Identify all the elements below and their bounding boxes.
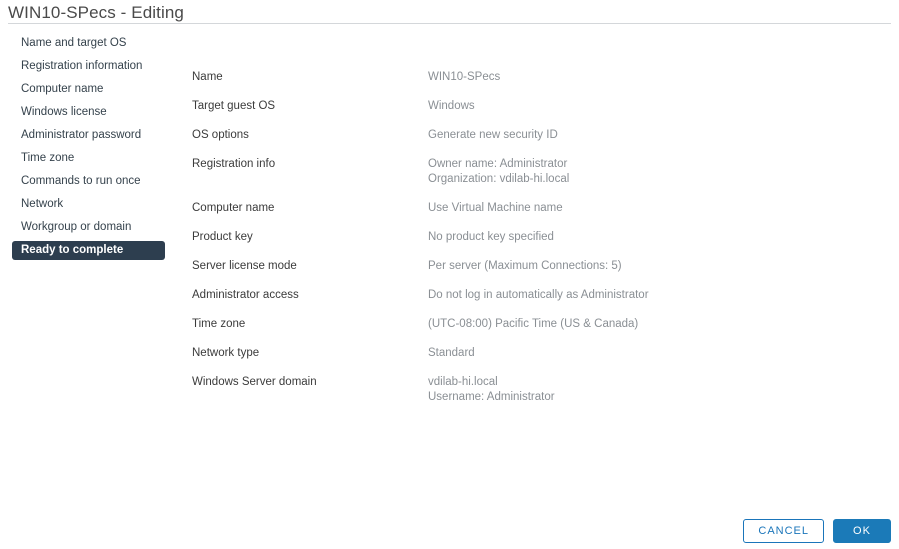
detail-value: Do not log in automatically as Administr… (428, 288, 852, 303)
detail-row: Network type Standard (192, 346, 852, 361)
detail-label: Product key (192, 231, 253, 243)
sidebar-item-name-and-target-os[interactable]: Name and target OS (0, 32, 185, 55)
detail-value-line: Owner name: Administrator (428, 158, 568, 170)
detail-label: Time zone (192, 318, 246, 330)
detail-value-line: (UTC-08:00) Pacific Time (US & Canada) (428, 318, 639, 330)
detail-row: OS options Generate new security ID (192, 128, 852, 143)
detail-value: Standard (428, 346, 852, 361)
sidebar-item-time-zone[interactable]: Time zone (0, 147, 185, 170)
sidebar-item-network[interactable]: Network (0, 193, 185, 216)
detail-row: Name WIN10-SPecs (192, 70, 852, 85)
sidebar-item-workgroup-or-domain[interactable]: Workgroup or domain (0, 216, 185, 239)
detail-value: Windows (428, 99, 852, 114)
detail-value: (UTC-08:00) Pacific Time (US & Canada) (428, 317, 852, 332)
footer-actions: CANCEL OK (743, 519, 891, 543)
detail-value-line: Standard (428, 347, 475, 359)
sidebar-item-commands-to-run-once[interactable]: Commands to run once (0, 170, 185, 193)
detail-value: No product key specified (428, 230, 852, 245)
detail-value-line: Windows (428, 100, 475, 112)
detail-value-line: Per server (Maximum Connections: 5) (428, 260, 622, 272)
sidebar-item-administrator-password[interactable]: Administrator password (0, 124, 185, 147)
detail-label: Computer name (192, 202, 275, 214)
cancel-button[interactable]: CANCEL (743, 519, 824, 543)
detail-value-line-secondary: Username: Administrator (428, 391, 555, 403)
detail-value: WIN10-SPecs (428, 70, 852, 85)
detail-value: Use Virtual Machine name (428, 201, 852, 216)
detail-row: Computer name Use Virtual Machine name (192, 201, 852, 216)
detail-label: Network type (192, 347, 260, 359)
page-title: WIN10-SPecs - Editing (8, 3, 184, 22)
sidebar-item-ready-to-complete[interactable]: Ready to complete (12, 241, 165, 260)
detail-value: vdilab-hi.local Username: Administrator (428, 375, 852, 405)
detail-row: Time zone (UTC-08:00) Pacific Time (US & … (192, 317, 852, 332)
detail-value: Generate new security ID (428, 128, 852, 143)
detail-row: Product key No product key specified (192, 230, 852, 245)
detail-row: Target guest OS Windows (192, 99, 852, 114)
wizard-sidebar: Name and target OS Registration informati… (0, 32, 185, 260)
detail-value-line-secondary: Organization: vdilab-hi.local (428, 173, 570, 185)
header-divider (8, 23, 891, 24)
ok-button[interactable]: OK (833, 519, 891, 543)
sidebar-item-computer-name[interactable]: Computer name (0, 78, 185, 101)
detail-label: Server license mode (192, 260, 297, 272)
detail-value: Owner name: Administrator Organization: v… (428, 157, 852, 187)
detail-label: Windows Server domain (192, 376, 317, 388)
summary-detail-list: Name WIN10-SPecs Target guest OS Windows OS … (192, 70, 852, 419)
detail-row: Administrator access Do not log in automa… (192, 288, 852, 303)
detail-row: Registration info Owner name: Administrat… (192, 157, 852, 187)
detail-label: OS options (192, 129, 249, 141)
sidebar-item-windows-license[interactable]: Windows license (0, 101, 185, 124)
detail-value-line: Generate new security ID (428, 129, 558, 141)
detail-row: Windows Server domain vdilab-hi.local User… (192, 375, 852, 405)
detail-value-line: No product key specified (428, 231, 554, 243)
detail-value-line: WIN10-SPecs (428, 71, 501, 83)
detail-row: Server license mode Per server (Maximum C… (192, 259, 852, 274)
detail-value-line: Do not log in automatically as Administr… (428, 289, 649, 301)
detail-value-line: Use Virtual Machine name (428, 202, 563, 214)
detail-label: Name (192, 71, 223, 83)
sidebar-item-registration-information[interactable]: Registration information (0, 55, 185, 78)
detail-value: Per server (Maximum Connections: 5) (428, 259, 852, 274)
detail-value-line: vdilab-hi.local (428, 376, 498, 388)
detail-label: Registration info (192, 158, 276, 170)
detail-label: Administrator access (192, 289, 299, 301)
detail-label: Target guest OS (192, 100, 276, 112)
